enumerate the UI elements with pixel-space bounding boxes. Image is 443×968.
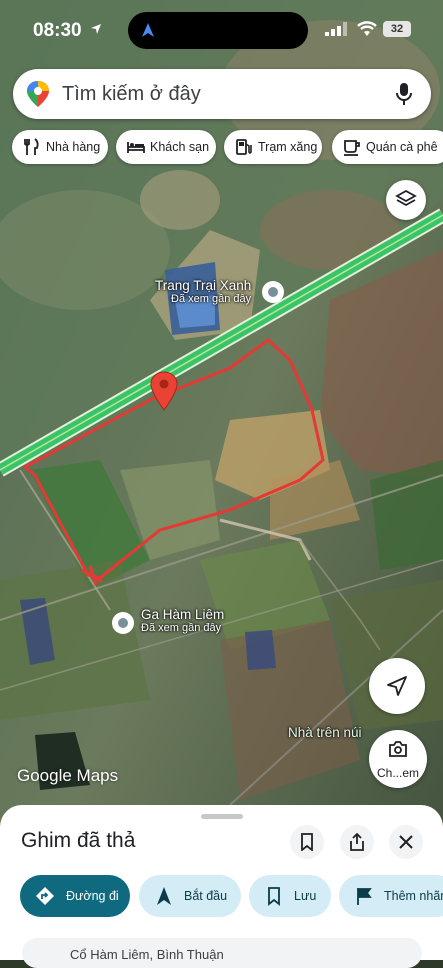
search-input[interactable]: Tìm kiếm ở đây (62, 83, 201, 106)
bookmark-icon (301, 833, 313, 851)
close-icon (399, 835, 413, 849)
chip-restaurants[interactable]: Nhà hàng (12, 130, 108, 164)
wifi-icon (357, 21, 377, 36)
address-field[interactable]: Cổ Hàm Liêm, Bình Thuận (22, 938, 422, 968)
save-button[interactable]: Lưu (249, 875, 331, 917)
dynamic-island (128, 12, 308, 49)
chip-hotels[interactable]: Khách sạn (116, 130, 216, 164)
navigation-icon (157, 887, 171, 905)
layers-icon (395, 189, 417, 207)
clock: 08:30 (33, 20, 82, 41)
chip-coffee[interactable]: Quán cà phê (332, 130, 443, 164)
place-label-trang-trai-xanh[interactable]: Trang Trại Xanh Đã xem gần đây (155, 278, 251, 305)
place-marker-icon[interactable] (262, 281, 284, 303)
navigation-arrow-icon (387, 676, 407, 696)
directions-icon (36, 887, 54, 905)
google-maps-pin-icon (27, 81, 49, 107)
place-sheet[interactable]: Ghim đã thả Đường đi Bắt đầu Lưu Thêm nh… (0, 805, 443, 968)
fork-knife-icon (24, 138, 39, 155)
share-button[interactable] (340, 825, 374, 859)
flag-icon (357, 888, 372, 905)
add-label-button[interactable]: Thêm nhãn (339, 875, 443, 917)
search-bar[interactable]: Tìm kiếm ở đây (13, 69, 431, 119)
dropped-pin-icon[interactable] (150, 371, 178, 411)
directions-button[interactable]: Đường đi (20, 875, 130, 917)
share-icon (350, 833, 364, 851)
bed-icon (127, 142, 145, 153)
place-label-ga-ham-liem[interactable]: Ga Hàm Liêm Đã xem gần đây (141, 607, 224, 634)
start-button[interactable]: Bắt đầu (139, 875, 241, 917)
close-button[interactable] (389, 825, 423, 859)
navigation-icon (142, 23, 154, 37)
layers-button[interactable] (386, 180, 426, 220)
sheet-title: Ghim đã thả (21, 829, 136, 852)
place-label-nha-tren-nui[interactable]: Nhà trên núi (288, 725, 362, 740)
lens-button[interactable]: Ch...em (369, 730, 427, 788)
bookmark-icon (268, 887, 280, 906)
camera-icon (389, 741, 407, 757)
google-maps-attribution: Google Maps (17, 766, 119, 785)
signal-icon (325, 22, 347, 36)
action-buttons: Đường đi Bắt đầu Lưu Thêm nhãn (20, 875, 443, 917)
chip-gas-stations[interactable]: Trạm xăng (224, 130, 322, 164)
status-bar: 08:30 32 (0, 0, 443, 60)
coffee-icon (344, 140, 360, 156)
fuel-icon (236, 139, 252, 155)
drag-handle[interactable] (201, 814, 243, 819)
microphone-icon[interactable] (396, 82, 412, 106)
my-location-button[interactable] (369, 658, 425, 714)
location-arrow-icon (91, 24, 101, 34)
place-marker-icon[interactable] (112, 612, 134, 634)
save-bookmark-button[interactable] (290, 825, 324, 859)
battery-indicator: 32 (383, 21, 411, 37)
